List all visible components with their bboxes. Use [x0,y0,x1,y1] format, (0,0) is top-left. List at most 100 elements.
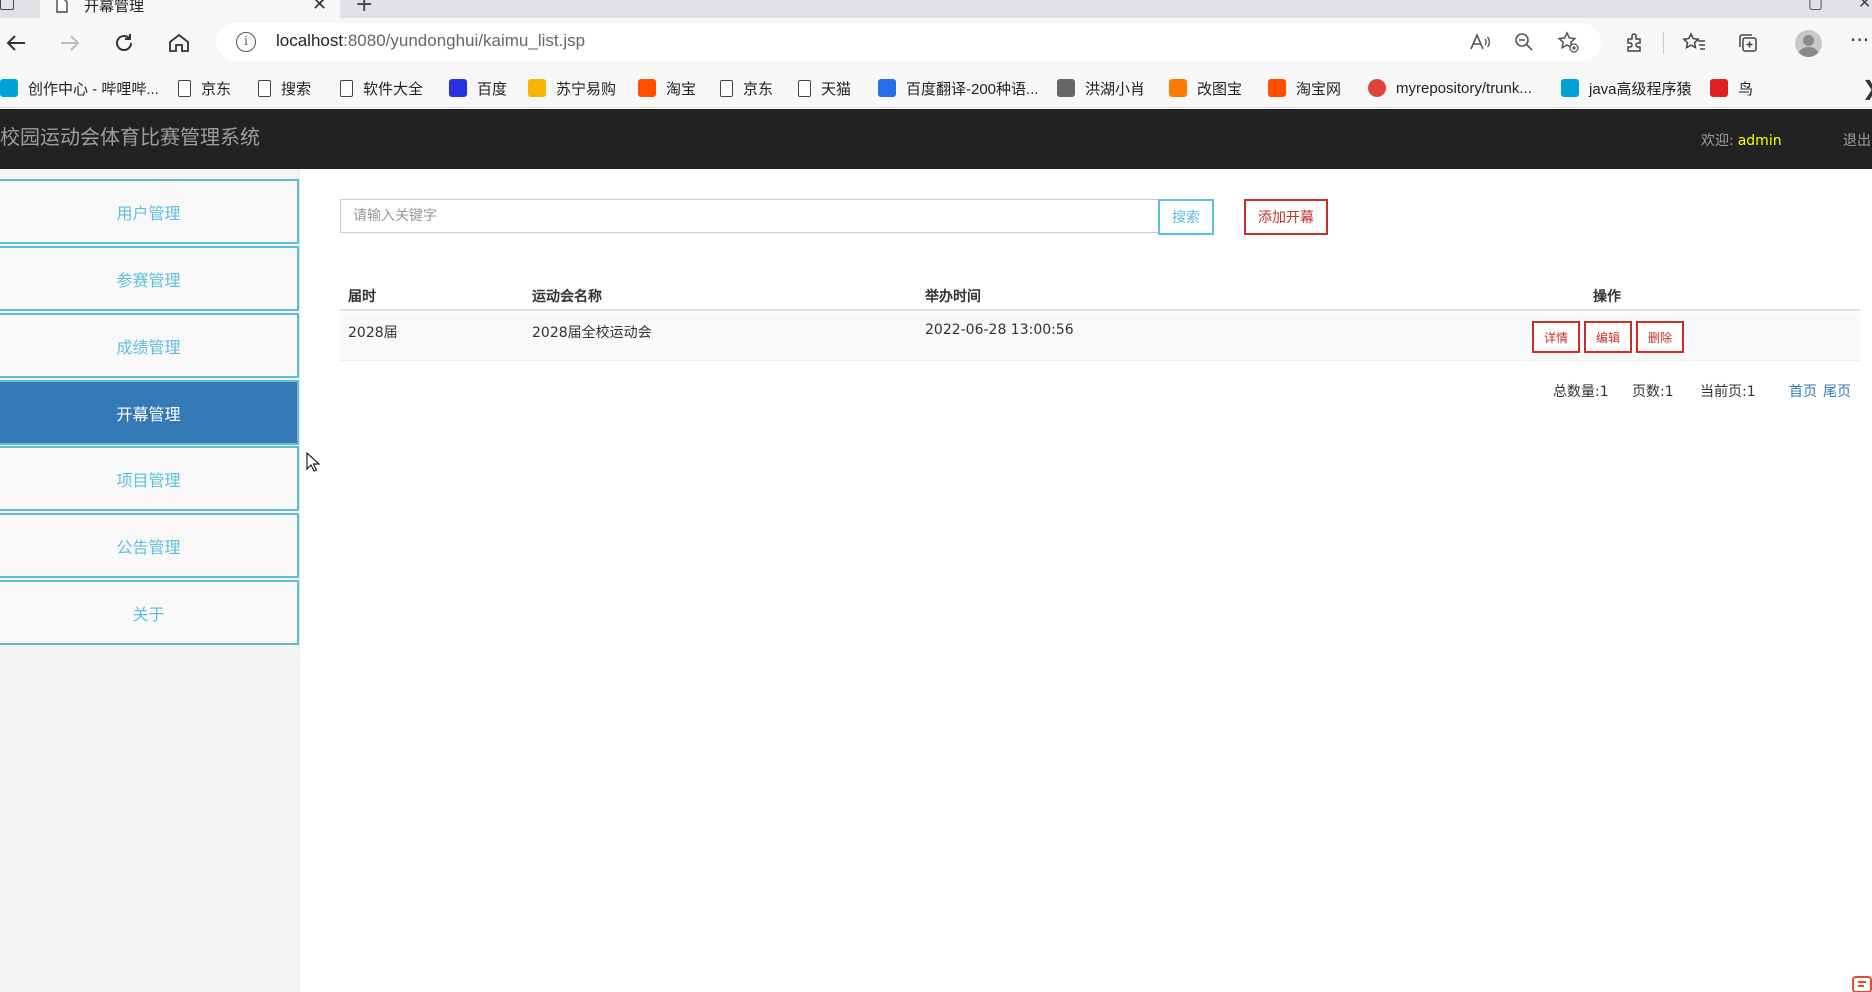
close-tab-icon[interactable]: ✕ [312,0,327,15]
back-button[interactable] [2,29,30,57]
bookmark-label: 淘宝 [666,80,697,98]
home-icon [169,33,189,52]
table-header: 届时 运动会名称 举办时间 操作 [340,277,1860,311]
bookmark-item[interactable]: 搜索 [258,76,311,100]
bookmark-item[interactable]: 淘宝 [638,76,696,100]
cell-session: 2028届 [348,325,398,341]
pager-pages: 页数:1 [1632,384,1674,400]
pager-last-link[interactable]: 尾页 [1823,381,1851,401]
welcome-label: 欢迎: [1701,133,1734,149]
mouse-cursor-icon [306,452,320,472]
menu-more-icon[interactable]: ··· [1850,28,1869,52]
bookmark-label: 软件大全 [363,80,424,98]
taobao-icon [1268,79,1286,97]
forward-arrow-icon [61,35,80,51]
new-tab-button[interactable]: + [355,0,373,17]
cell-time: 2022-06-28 13:00:56 [925,322,1074,338]
bookmark-item[interactable]: 软件大全 [340,76,423,100]
bookmark-item[interactable]: 改图宝 [1169,76,1242,100]
search-button[interactable]: 搜索 [1158,199,1214,235]
sidebar-item-participant-management[interactable]: 参赛管理 [0,246,299,311]
bookmark-item[interactable]: java高级程序猿 [1561,76,1692,100]
translate-icon [878,79,896,97]
bookmark-item[interactable]: 淘宝网 [1268,76,1341,100]
restore-window-icon[interactable]: ▢ [1808,0,1823,12]
browser-toolbar: i localhost:8080/yundonghui/kaimu_list.j… [0,18,1872,68]
bookmark-item[interactable]: myrepository/trunk... [1368,76,1532,100]
bookmark-label: 百度 [477,80,508,98]
bookmark-label: 鸟 [1738,80,1754,98]
edit-button[interactable]: 编辑 [1584,321,1632,353]
welcome-text: 欢迎: admin [1701,130,1782,150]
profile-avatar-icon[interactable] [1795,30,1822,57]
bilibili-icon [1561,79,1579,97]
bookmark-item[interactable]: 京东 [720,76,773,100]
add-favorite-icon[interactable] [1556,31,1580,53]
taobao-icon [638,79,656,97]
logout-link[interactable]: 退出 [1843,130,1871,150]
forward-button[interactable] [56,29,84,57]
bookmark-item[interactable]: 洪湖小肖 [1057,76,1145,100]
bookmarks-bar: 创作中心 - 哔哩哔... 京东 搜索 软件大全 百度 苏宁易购 淘宝 京东 天猫 百度翻译-20… [0,68,1872,108]
username: admin [1737,133,1782,149]
page-icon [178,79,191,97]
bookmark-label: 搜索 [281,80,312,98]
bookmark-item[interactable]: 鸟 [1710,76,1753,100]
sidebar-item-user-management[interactable]: 用户管理 [0,179,299,244]
url-host: localhost [276,31,344,50]
bookmark-label: java高级程序猿 [1589,80,1692,98]
opening-table: 届时 运动会名称 举办时间 操作 [340,277,1860,311]
more-bookmarks-icon[interactable]: ❯ [1862,76,1872,100]
sidebar: 用户管理 参赛管理 成绩管理 开幕管理 项目管理 公告管理 关于 [0,169,300,992]
bird-icon [1057,79,1075,97]
bilibili-icon [0,79,18,97]
sidebar-item-opening-management[interactable]: 开幕管理 [0,380,299,445]
sidebar-item-event-management[interactable]: 项目管理 [0,446,299,511]
bookmark-label: 天猫 [821,80,852,98]
add-opening-button[interactable]: 添加开幕 [1244,199,1328,235]
read-aloud-icon[interactable] [1468,31,1492,53]
collections-icon[interactable] [1735,30,1761,56]
address-bar[interactable]: i localhost:8080/yundonghui/kaimu_list.j… [216,23,1601,61]
bird-red-icon [1710,79,1728,97]
cell-name: 2028届全校运动会 [532,325,652,341]
bookmark-item[interactable]: 京东 [178,76,231,100]
gaitubao-icon [1169,79,1187,97]
app-brand[interactable]: 校园运动会体育比赛管理系统 [0,121,260,150]
baidu-icon [449,79,467,97]
sidebar-item-score-management[interactable]: 成绩管理 [0,313,299,378]
sidebar-item-notice-management[interactable]: 公告管理 [0,513,299,578]
site-info-icon[interactable]: i [236,32,256,52]
bookmark-item[interactable]: 百度 [449,76,507,100]
bookmark-item[interactable]: 天猫 [798,76,851,100]
tab-actions-icon[interactable] [0,0,14,10]
home-button[interactable] [165,29,193,57]
toolbar-divider [1663,32,1664,54]
url-text: localhost:8080/yundonghui/kaimu_list.jsp [276,31,585,51]
favorites-icon[interactable] [1681,30,1707,56]
zoom-out-icon[interactable] [1512,31,1536,53]
search-input[interactable] [340,199,1160,233]
pager-first-link[interactable]: 首页 [1789,381,1817,401]
header-time: 举办时间 [925,289,981,305]
header-name: 运动会名称 [532,289,602,305]
page-icon [798,79,811,97]
bookmark-item[interactable]: 苏宁易购 [528,76,616,100]
tab-title: 开幕管理 [84,0,145,15]
browser-tab[interactable]: 开幕管理 ✕ [40,0,340,18]
bookmark-item[interactable]: 百度翻译-200种语... [878,76,1039,100]
back-arrow-icon [6,35,25,51]
bookmark-label: 京东 [201,80,232,98]
reload-button[interactable] [110,29,138,57]
suning-icon [528,79,546,97]
delete-button[interactable]: 删除 [1636,321,1684,353]
bookmark-label: 改图宝 [1197,80,1243,98]
bookmark-item[interactable]: 创作中心 - 哔哩哔... [0,76,159,100]
extensions-icon[interactable] [1622,30,1648,56]
url-path: :8080/yundonghui/kaimu_list.jsp [343,31,586,50]
bookmark-label: 淘宝网 [1296,80,1342,98]
sidebar-item-about[interactable]: 关于 [0,580,299,645]
detail-button[interactable]: 详情 [1532,321,1580,353]
close-window-icon[interactable]: ✕ [1858,0,1871,12]
page-icon [720,79,733,97]
